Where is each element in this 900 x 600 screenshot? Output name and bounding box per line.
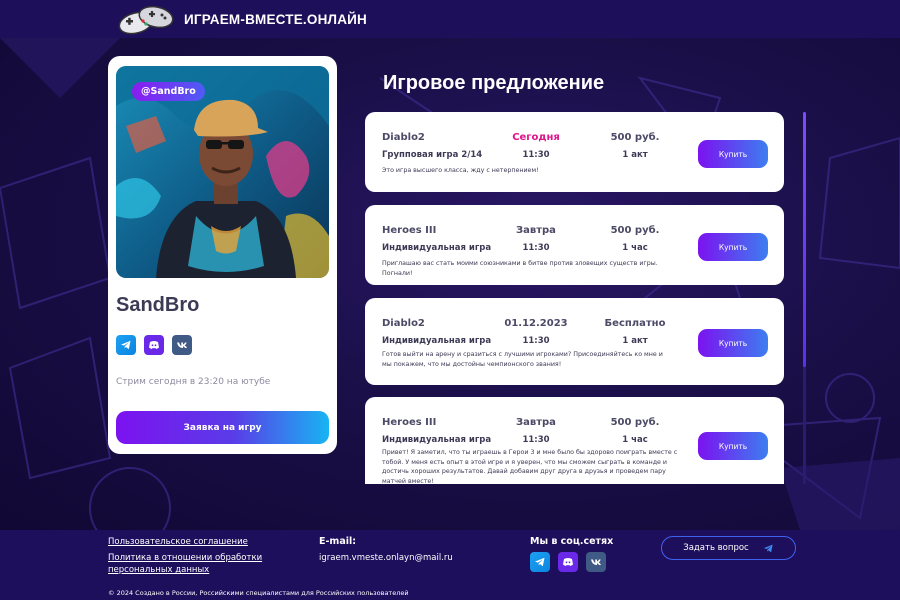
offer-date: Сегодня (512, 132, 560, 143)
offer-time: 11:30 (522, 435, 550, 445)
offer-description: Привет! Я заметил, что ты играешь в Геро… (382, 449, 678, 484)
scrollbar-thumb[interactable] (803, 112, 806, 367)
privacy-policy-link-line2[interactable]: персональных данных (108, 565, 209, 575)
offer-description: Готов выйти на арену и сразиться с лучши… (382, 351, 663, 368)
vk-icon[interactable] (586, 552, 606, 572)
contact-email[interactable]: igraem.vmeste.onlayn@mail.ru (319, 553, 453, 563)
buy-button[interactable]: Купить (698, 233, 768, 261)
offer-card: Diablo2 01.12.2023 Бесплатно Индивидуаль… (365, 298, 784, 385)
offer-price: 500 руб. (610, 417, 660, 428)
offer-card: Heroes III Завтра 500 руб. Индивидуальна… (365, 397, 784, 484)
discord-icon[interactable] (558, 552, 578, 572)
offer-card: Diablo2 Сегодня 500 руб. Групповая игра … (365, 112, 784, 192)
offer-date: 01.12.2023 (504, 318, 568, 329)
offer-duration: 1 час (622, 243, 648, 253)
offer-time: 11:30 (522, 150, 550, 160)
profile-photo: @SandBro (116, 66, 329, 278)
offer-game: Heroes III (382, 417, 437, 428)
top-header: ИГРАЕМ-ВМЕСТЕ.ОНЛАЙН (0, 0, 900, 38)
offer-time: 11:30 (522, 243, 550, 253)
copyright-text: © 2024 Создано в России, Российскими спе… (108, 589, 409, 597)
footer: Пользовательское соглашение Политика в о… (0, 530, 900, 600)
offers-title: Игровое предложение (383, 72, 605, 94)
offer-date: Завтра (516, 417, 556, 428)
offer-duration: 1 акт (622, 150, 648, 160)
buy-button[interactable]: Купить (698, 432, 768, 460)
stream-schedule: Стрим сегодня в 23:20 на ютубе (116, 377, 271, 387)
privacy-policy-link[interactable]: Политика в отношении обработки (108, 553, 262, 563)
ask-question-label: Задать вопрос (683, 543, 749, 553)
social-heading: Мы в соц.сетях (530, 536, 614, 547)
gamepads-icon (118, 5, 174, 35)
site-title: ИГРАЕМ-ВМЕСТЕ.ОНЛАЙН (184, 11, 368, 27)
offer-date: Завтра (516, 225, 556, 236)
offer-game: Heroes III (382, 225, 437, 236)
offer-game: Diablo2 (382, 132, 425, 143)
offer-price: Бесплатно (604, 318, 666, 329)
offer-game: Diablo2 (382, 318, 425, 329)
streamer-profile-card: @SandBro SandBro Стрим сегодня в 23:20 н… (108, 56, 337, 454)
discord-icon[interactable] (144, 335, 164, 355)
offers-list[interactable]: Diablo2 Сегодня 500 руб. Групповая игра … (365, 112, 785, 484)
user-agreement-link[interactable]: Пользовательское соглашение (108, 537, 248, 547)
offer-type: Групповая игра 2/14 (382, 150, 483, 160)
offer-duration: 1 акт (622, 336, 648, 346)
streamer-name: SandBro (116, 294, 200, 316)
streamer-social-links (116, 335, 192, 355)
telegram-icon[interactable] (530, 552, 550, 572)
offer-type: Индивидуальная игра (382, 243, 492, 253)
streamer-handle-badge: @SandBro (132, 82, 205, 101)
offer-type: Индивидуальная игра (382, 336, 492, 346)
vk-icon[interactable] (172, 335, 192, 355)
site-logo[interactable]: ИГРАЕМ-ВМЕСТЕ.ОНЛАЙН (116, 3, 367, 35)
apply-for-game-button[interactable]: Заявка на игру (116, 411, 329, 444)
send-icon (763, 544, 773, 552)
email-heading: E-mail: (319, 536, 357, 547)
offer-description: Приглашаю вас стать моими союзниками в б… (382, 260, 658, 277)
offer-description: Это игра высшего класса, жду с нетерпени… (382, 167, 539, 174)
buy-button[interactable]: Купить (698, 329, 768, 357)
offer-price: 500 руб. (610, 225, 660, 236)
buy-button[interactable]: Купить (698, 140, 768, 168)
offer-type: Индивидуальная игра (382, 435, 492, 445)
offer-time: 11:30 (522, 336, 550, 346)
offer-duration: 1 час (622, 435, 648, 445)
ask-question-button[interactable]: Задать вопрос (661, 536, 796, 560)
telegram-icon[interactable] (116, 335, 136, 355)
offer-price: 500 руб. (610, 132, 660, 143)
offers-scrollbar[interactable] (803, 112, 806, 484)
footer-social-links (530, 552, 606, 572)
offer-card: Heroes III Завтра 500 руб. Индивидуальна… (365, 205, 784, 285)
